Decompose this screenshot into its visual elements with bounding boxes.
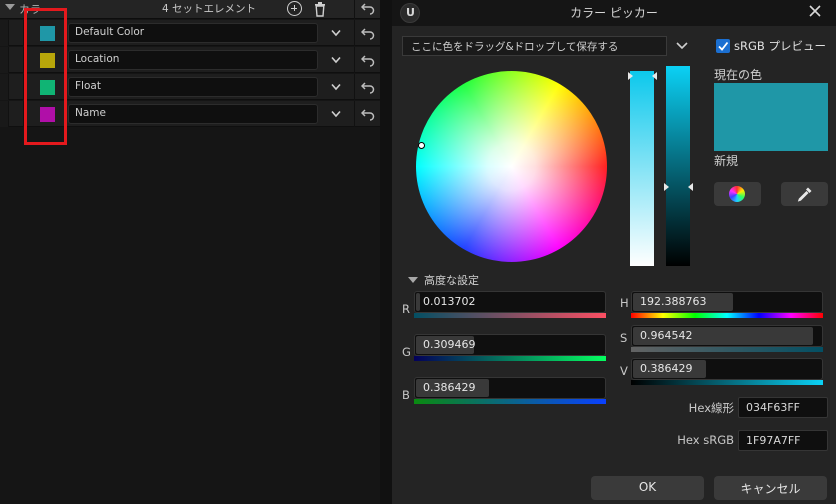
channel-v-label: V xyxy=(620,364,628,378)
channel-s-value: 0.964542 xyxy=(640,329,693,342)
reset-icon[interactable] xyxy=(361,53,375,67)
channel-g-gradient[interactable] xyxy=(414,356,606,361)
slider-marker-left[interactable] xyxy=(628,72,633,80)
chevron-down-icon[interactable] xyxy=(331,83,341,91)
slider-marker-right[interactable] xyxy=(652,72,657,80)
row-gutter xyxy=(0,101,9,127)
cancel-button[interactable]: キャンセル xyxy=(714,476,827,500)
row-gutter xyxy=(0,47,9,73)
color-wheel[interactable] xyxy=(416,71,607,262)
saturation-slider[interactable] xyxy=(630,71,654,266)
name-field[interactable]: Default Color xyxy=(68,23,318,43)
trash-icon[interactable] xyxy=(312,1,328,17)
color-wheel-cursor[interactable] xyxy=(418,142,425,149)
close-icon[interactable] xyxy=(806,2,824,20)
slider-marker-right[interactable] xyxy=(688,183,693,191)
eyedropper-icon xyxy=(797,187,812,202)
channel-s-gradient[interactable] xyxy=(631,347,823,352)
reset-icon[interactable] xyxy=(361,107,375,121)
window-title: カラー ピッカー xyxy=(570,6,658,20)
collapse-arrow-icon[interactable] xyxy=(408,277,418,283)
channel-b-field[interactable]: 0.386429 xyxy=(414,377,606,399)
value-slider[interactable] xyxy=(666,66,690,266)
channel-v-gradient[interactable] xyxy=(631,380,823,385)
column-divider xyxy=(354,74,355,100)
color-drop-zone[interactable]: ここに色をドラッグ&ドロップして保存する xyxy=(402,36,667,56)
advanced-settings-label[interactable]: 高度な設定 xyxy=(424,272,479,288)
chevron-down-icon[interactable] xyxy=(331,29,341,37)
channel-g-value: 0.309469 xyxy=(423,338,476,351)
channel-h-label: H xyxy=(620,296,629,310)
highlight-annotation xyxy=(24,8,67,145)
channel-g-label: G xyxy=(402,345,411,359)
name-field[interactable]: Float xyxy=(68,77,318,97)
column-divider xyxy=(354,101,355,127)
checkmark-icon xyxy=(718,41,729,51)
name-field[interactable]: Name xyxy=(68,104,318,124)
element-count: 4 セットエレメント xyxy=(162,3,257,15)
channel-r-gradient[interactable] xyxy=(414,313,606,318)
hex-linear-field[interactable]: 034F63FF xyxy=(738,397,828,418)
chevron-down-icon[interactable] xyxy=(676,41,688,50)
column-divider xyxy=(354,0,355,19)
eyedropper-button[interactable] xyxy=(781,182,828,206)
row-gutter xyxy=(0,20,9,46)
channel-v-value: 0.386429 xyxy=(640,362,693,375)
channel-b-gradient[interactable] xyxy=(414,399,606,404)
details-panel: カラ 4 セットエレメント Default Color Location Flo… xyxy=(0,0,380,504)
reset-icon[interactable] xyxy=(361,80,375,94)
title-bar[interactable]: U カラー ピッカー xyxy=(392,0,836,26)
hex-srgb-label: Hex sRGB xyxy=(677,433,734,447)
color-wheel-icon xyxy=(729,186,745,202)
hex-srgb-field[interactable]: 1F97A7FF xyxy=(738,430,828,451)
srgb-preview-checkbox[interactable] xyxy=(716,39,730,53)
channel-s-label: S xyxy=(620,331,628,345)
panel-divider xyxy=(380,0,392,504)
chevron-down-icon[interactable] xyxy=(331,56,341,64)
expand-arrow-icon[interactable] xyxy=(5,4,15,10)
editor-root: カラ 4 セットエレメント Default Color Location Flo… xyxy=(0,0,836,504)
channel-h-gradient[interactable] xyxy=(631,313,823,318)
channel-r-field[interactable]: 0.013702 xyxy=(414,291,606,313)
column-divider xyxy=(354,47,355,73)
channel-v-field[interactable]: 0.386429 xyxy=(631,358,823,380)
channel-s-field[interactable]: 0.964542 xyxy=(631,325,823,347)
channel-b-label: B xyxy=(402,388,410,402)
color-picker-window: U カラー ピッカー ここに色をドラッグ&ドロップして保存する sRGB プレビ… xyxy=(392,0,836,504)
srgb-preview-label: sRGB プレビュー xyxy=(734,39,826,53)
slider-marker-left[interactable] xyxy=(664,183,669,191)
row-gutter xyxy=(0,74,9,100)
add-element-icon[interactable] xyxy=(287,1,302,16)
reset-icon[interactable] xyxy=(361,1,375,15)
channel-h-value: 192.388763 xyxy=(640,295,707,308)
channel-r-label: R xyxy=(402,302,410,316)
ok-button[interactable]: OK xyxy=(591,476,704,500)
channel-r-fill xyxy=(416,293,420,311)
new-color-label: 新規 xyxy=(714,154,739,168)
hex-linear-label: Hex線形 xyxy=(688,401,734,415)
current-color-label: 現在の色 xyxy=(714,68,763,82)
channel-b-value: 0.386429 xyxy=(423,381,476,394)
column-divider xyxy=(354,20,355,46)
chevron-down-icon[interactable] xyxy=(331,110,341,118)
color-wheel-button[interactable] xyxy=(714,182,761,206)
current-color-swatch xyxy=(714,83,828,151)
channel-h-field[interactable]: 192.388763 xyxy=(631,291,823,313)
reset-icon[interactable] xyxy=(361,26,375,40)
channel-g-field[interactable]: 0.309469 xyxy=(414,334,606,356)
name-field[interactable]: Location xyxy=(68,50,318,70)
channel-r-value: 0.013702 xyxy=(423,295,476,308)
